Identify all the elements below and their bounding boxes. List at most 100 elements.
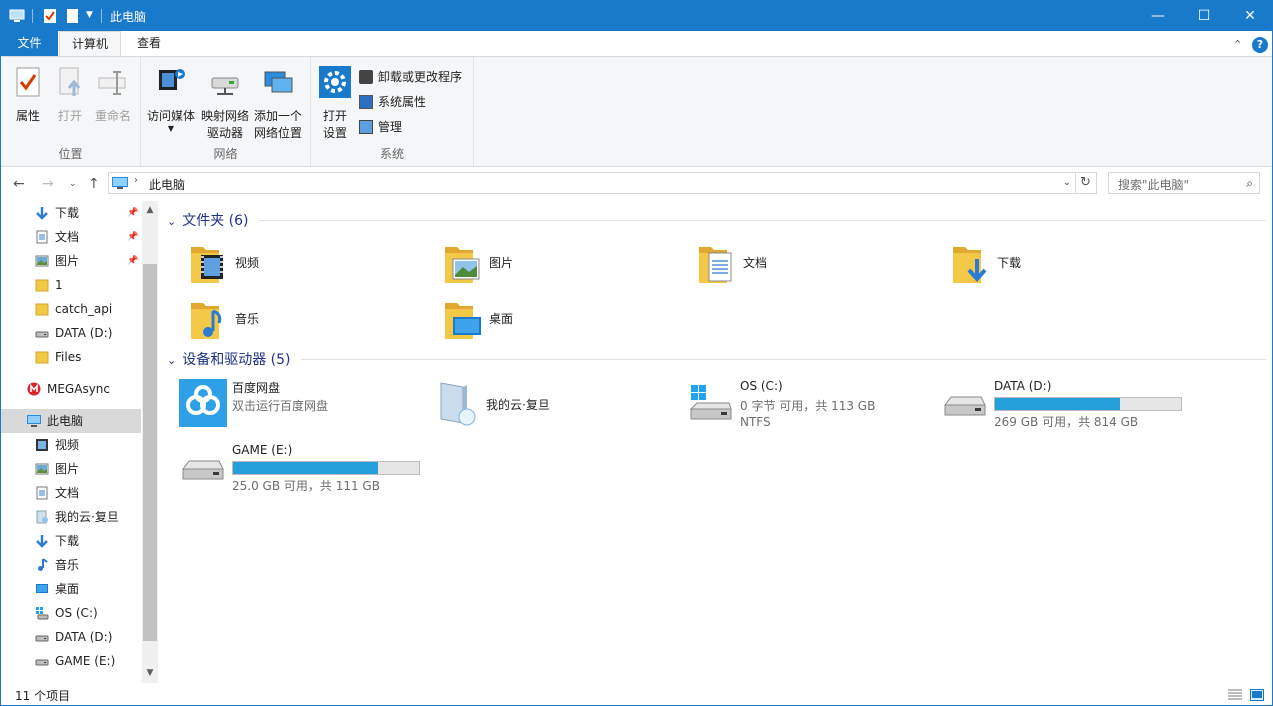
folder-item[interactable]: 视频	[171, 239, 421, 291]
properties-button[interactable]: 属性	[9, 63, 47, 125]
system-properties-label: 系统属性	[378, 95, 427, 109]
this-pc-child-item[interactable]: 下载	[1, 529, 141, 553]
folder-item[interactable]: 图片	[425, 239, 675, 291]
download-folder-icon	[951, 241, 987, 283]
map-network-drive-button[interactable]: 映射网络 驱动器	[199, 63, 251, 142]
quick-access-item[interactable]: 下载 📌	[1, 201, 141, 225]
folder-item[interactable]: 桌面	[425, 295, 675, 347]
recent-locations-icon[interactable]: ⌄	[69, 179, 77, 189]
collapse-chevron-icon[interactable]: ⌄	[167, 354, 176, 367]
minimize-button[interactable]: —	[1135, 1, 1181, 31]
address-path[interactable]: 此电脑	[149, 176, 185, 193]
address-dropdown-icon[interactable]: ⌄	[1063, 177, 1071, 188]
folder-icon	[35, 303, 49, 316]
help-icon[interactable]: ?	[1252, 37, 1268, 53]
device-item[interactable]: DATA (D:) 269 GB 可用，共 814 GB	[941, 379, 1191, 439]
search-input[interactable]: 搜索"此电脑" ⌕	[1108, 172, 1260, 194]
device-item[interactable]: 我的云·复旦	[433, 379, 683, 439]
document-icon	[36, 230, 48, 244]
forward-arrow-icon[interactable]: →	[42, 176, 54, 192]
this-pc-child-item[interactable]: 我的云·复旦	[1, 505, 141, 529]
nav-item-this-pc[interactable]: 此电脑	[1, 409, 141, 433]
capacity-bar-fill	[233, 462, 379, 474]
devices-section-header[interactable]: ⌄ 设备和驱动器 (5)	[167, 349, 291, 371]
quick-access-item[interactable]: DATA (D:)	[1, 321, 141, 345]
collapse-ribbon-icon[interactable]: ⌃	[1233, 38, 1242, 51]
quick-access-item[interactable]: catch_api	[1, 297, 141, 321]
folders-section-header[interactable]: ⌄ 文件夹 (6)	[167, 210, 249, 232]
drive-icon	[35, 659, 49, 666]
access-media-button[interactable]: 访问媒体 ▼	[145, 63, 197, 133]
quick-access-item[interactable]: 图片 📌	[1, 249, 141, 273]
close-icon: ✕	[1244, 8, 1256, 24]
address-bar[interactable]: › 此电脑 ⌄	[108, 172, 1076, 194]
item-count: 11 个项目	[15, 689, 71, 703]
nav-item-label: 文档	[55, 230, 80, 244]
folders-header-label: 文件夹 (6)	[182, 213, 249, 229]
device-item[interactable]: GAME (E:) 25.0 GB 可用，共 111 GB	[179, 443, 429, 503]
nav-item-megasync[interactable]: MEGAsync	[1, 377, 141, 401]
tab-file[interactable]: 文件	[1, 31, 58, 56]
download-arrow-icon	[36, 535, 48, 548]
uninstall-icon	[359, 69, 373, 84]
quick-access-item[interactable]: 1	[1, 273, 141, 297]
folder-item[interactable]: 音乐	[171, 295, 421, 347]
back-arrow-icon[interactable]: ←	[13, 176, 25, 192]
open-file-icon	[59, 67, 81, 96]
device-subtext: 269 GB 可用，共 814 GB	[994, 415, 1139, 429]
uninstall-program-button[interactable]: 卸载或更改程序	[359, 67, 462, 87]
refresh-icon[interactable]: ↻	[1075, 172, 1097, 194]
system-properties-button[interactable]: 系统属性	[359, 92, 426, 112]
details-view-icon[interactable]	[1228, 689, 1242, 701]
up-arrow-icon[interactable]: ↑	[88, 176, 100, 192]
pin-icon[interactable]: 📌	[127, 201, 138, 225]
this-pc-child-item[interactable]: 文档	[1, 481, 141, 505]
this-pc-child-item[interactable]: GAME (E:)	[1, 649, 141, 673]
this-pc-child-item[interactable]: OS (C:)	[1, 601, 141, 625]
map-drive-label-1: 映射网络	[200, 109, 249, 123]
new-folder-icon[interactable]	[65, 8, 81, 24]
rename-button[interactable]: 重命名	[91, 63, 135, 125]
open-button[interactable]: 打开	[53, 63, 87, 125]
minimize-icon: —	[1151, 8, 1165, 24]
scroll-down-icon[interactable]: ▼	[142, 665, 158, 681]
tab-computer[interactable]: 计算机	[59, 31, 121, 57]
this-pc-child-item[interactable]: 音乐	[1, 553, 141, 577]
device-name: GAME (E:)	[232, 443, 293, 457]
this-pc-child-item[interactable]: 图片	[1, 457, 141, 481]
rename-icon	[98, 71, 126, 95]
nav-item-label: GAME (E:)	[55, 654, 116, 668]
device-item[interactable]: 百度网盘 双击运行百度网盘	[179, 379, 429, 439]
nav-scrollbar-thumb[interactable]	[143, 264, 157, 641]
quick-access-dropdown-icon[interactable]: ▼	[86, 10, 102, 26]
quick-access-item[interactable]: 文档 📌	[1, 225, 141, 249]
this-pc-child-item[interactable]: 桌面	[1, 577, 141, 601]
tab-view[interactable]: 查看	[121, 31, 177, 56]
add-network-location-button[interactable]: 添加一个 网络位置	[251, 63, 305, 142]
folder-item[interactable]: 文档	[679, 239, 929, 291]
close-button[interactable]: ✕	[1227, 1, 1272, 31]
pin-icon[interactable]: 📌	[127, 225, 138, 249]
system-properties-icon	[359, 94, 373, 109]
pin-icon[interactable]: 📌	[127, 249, 138, 273]
large-icons-view-icon[interactable]	[1250, 689, 1264, 701]
video-folder-icon	[189, 241, 225, 283]
quick-access-item[interactable]: Files	[1, 345, 141, 369]
nav-item-label: Files	[55, 350, 82, 364]
properties-check-icon[interactable]	[42, 8, 58, 24]
desktop-icon	[36, 584, 48, 593]
manage-button[interactable]: 管理	[359, 117, 402, 137]
search-icon[interactable]: ⌕	[1246, 176, 1253, 191]
collapse-chevron-icon[interactable]: ⌄	[167, 215, 176, 228]
status-bar: 11 个项目	[1, 683, 1272, 705]
document-folder-icon	[697, 241, 733, 283]
this-pc-child-item[interactable]: 视频	[1, 433, 141, 457]
device-item[interactable]: OS (C:) 0 字节 可用，共 113 GB NTFS	[687, 379, 937, 439]
folder-item[interactable]: 下载	[933, 239, 1183, 291]
breadcrumb-chevron-icon[interactable]: ›	[134, 175, 138, 186]
open-settings-button[interactable]: 打开 设置	[317, 63, 353, 142]
title-separator	[101, 9, 102, 23]
scroll-up-icon[interactable]: ▲	[142, 202, 158, 218]
this-pc-child-item[interactable]: DATA (D:)	[1, 625, 141, 649]
maximize-button[interactable]: ☐	[1181, 1, 1227, 31]
